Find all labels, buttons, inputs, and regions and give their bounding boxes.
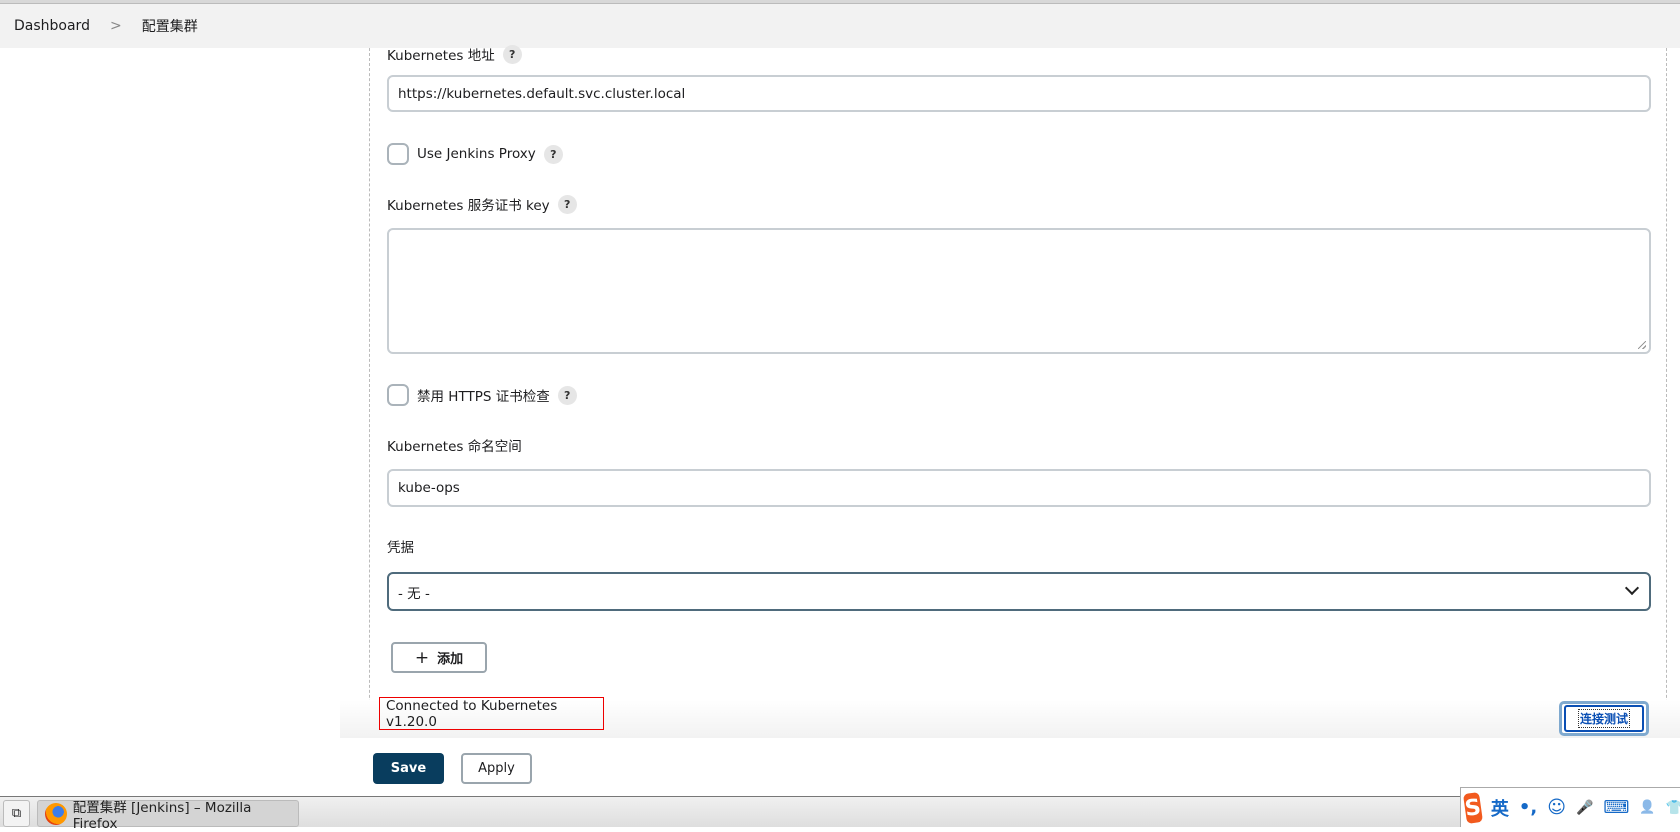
show-desktop-icon[interactable]: ⧉ xyxy=(3,800,30,827)
skin-icon[interactable]: 👕 xyxy=(1666,800,1680,816)
namespace-label: Kubernetes 命名空间 xyxy=(387,439,522,455)
section-border-left xyxy=(369,48,370,738)
cert-key-textarea[interactable] xyxy=(387,228,1651,354)
breadcrumb-dashboard[interactable]: Dashboard xyxy=(14,18,90,34)
use-proxy-label: Use Jenkins Proxy xyxy=(417,146,536,162)
bottom-action-bar xyxy=(0,738,1680,797)
ime-toolbar: S 英 •, ☺ 🎤 ⌨ 👤 👕 xyxy=(1460,787,1680,827)
k8s-url-label: Kubernetes 地址 ? xyxy=(387,44,522,64)
credentials-label: 凭据 xyxy=(387,540,414,556)
keyboard-icon[interactable]: ⌨ xyxy=(1603,797,1629,818)
section-border-right xyxy=(1666,48,1667,738)
breadcrumb: Dashboard > 配置集群 xyxy=(0,4,1680,48)
disable-https-label: 禁用 HTTPS 证书检查 xyxy=(417,389,550,405)
microphone-icon[interactable]: 🎤 xyxy=(1576,800,1593,816)
taskbar-window-title: 配置集群 [Jenkins] – Mozilla Firefox xyxy=(72,799,252,832)
disable-https-checkbox[interactable] xyxy=(387,384,409,406)
cert-key-label: Kubernetes 服务证书 key ? xyxy=(387,194,577,214)
add-credentials-label: 添加 xyxy=(437,652,464,667)
plus-icon: + xyxy=(414,647,430,668)
help-icon[interactable]: ? xyxy=(502,44,522,64)
credentials-select[interactable]: - 无 - xyxy=(387,572,1651,611)
use-proxy-row: Use Jenkins Proxy ? xyxy=(387,142,563,166)
user-icon[interactable]: 👤 xyxy=(1639,800,1655,815)
use-proxy-checkbox[interactable] xyxy=(387,143,409,165)
test-connection-label: 连接测试 xyxy=(1577,709,1631,728)
chevron-down-icon xyxy=(1624,580,1640,596)
connection-status: Connected to Kubernetes v1.20.0 xyxy=(379,697,604,730)
add-credentials-button[interactable]: + 添加 xyxy=(391,642,487,673)
test-connection-button[interactable]: 连接测试 xyxy=(1559,701,1649,736)
cert-key-label-text: Kubernetes 服务证书 key xyxy=(387,198,550,214)
breadcrumb-separator: > xyxy=(109,18,122,34)
emoji-icon[interactable]: ☺ xyxy=(1547,797,1566,818)
namespace-input[interactable]: kube-ops xyxy=(387,469,1651,507)
k8s-url-label-text: Kubernetes 地址 xyxy=(387,48,495,64)
sogou-logo-icon[interactable]: S xyxy=(1462,791,1483,824)
help-icon[interactable]: ? xyxy=(557,385,577,405)
credentials-selected: - 无 - xyxy=(398,585,430,602)
help-icon[interactable]: ? xyxy=(557,194,577,214)
taskbar-firefox-window[interactable]: 配置集群 [Jenkins] – Mozilla Firefox xyxy=(37,800,299,832)
firefox-icon xyxy=(45,802,67,825)
k8s-url-input[interactable]: https://kubernetes.default.svc.cluster.l… xyxy=(387,75,1651,112)
ime-mode-toggle[interactable]: 英 xyxy=(1491,795,1509,821)
save-button[interactable]: Save xyxy=(373,753,444,784)
apply-button[interactable]: Apply xyxy=(461,753,532,784)
punctuation-icon[interactable]: •, xyxy=(1519,797,1537,818)
help-icon[interactable]: ? xyxy=(543,144,563,164)
resize-grip-icon[interactable] xyxy=(1638,341,1646,349)
disable-https-row: 禁用 HTTPS 证书检查 ? xyxy=(387,383,577,407)
breadcrumb-current[interactable]: 配置集群 xyxy=(142,16,198,36)
